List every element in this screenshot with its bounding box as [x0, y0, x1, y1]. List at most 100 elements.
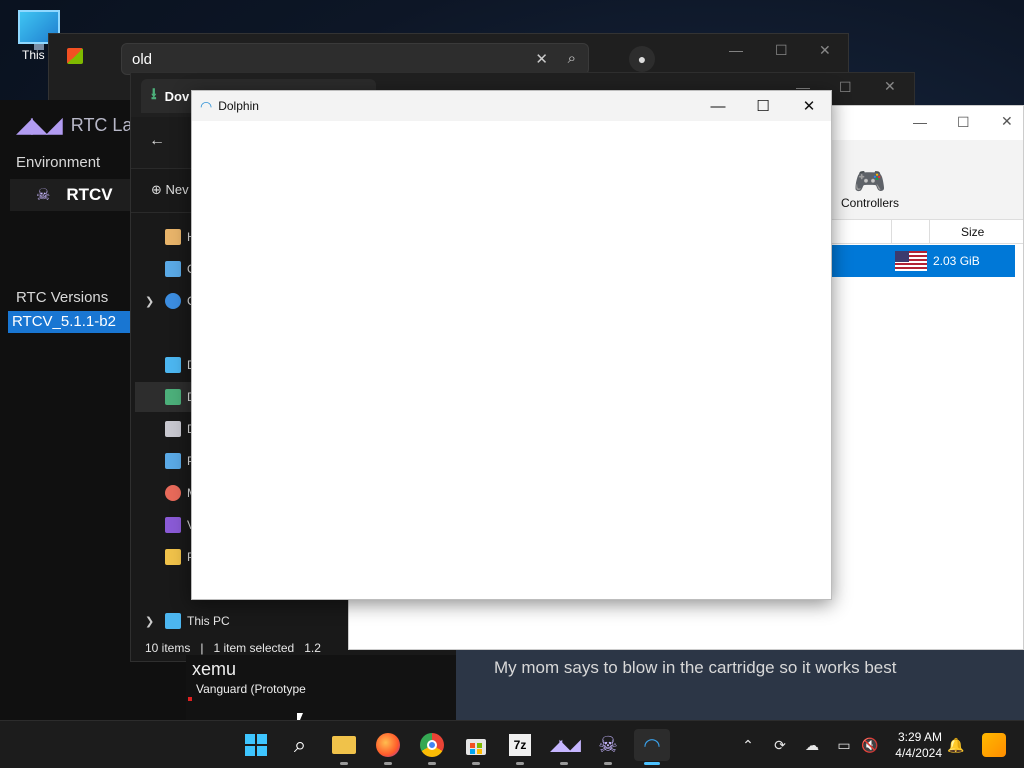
close-icon[interactable]: ✕	[884, 78, 896, 95]
running-indicator	[516, 762, 524, 765]
back-arrow-icon[interactable]: ←	[149, 132, 165, 150]
new-label: Nev	[165, 182, 189, 197]
environment-value: RTCV	[66, 185, 113, 204]
clock-time: 3:29 AM	[897, 730, 942, 744]
dolphin-icon: ◠	[200, 97, 213, 114]
rtcv-skull-icon: ☠	[36, 187, 51, 204]
7zip-icon: 7z	[509, 734, 531, 756]
chevron-right-icon[interactable]: ❯	[145, 295, 154, 308]
running-indicator	[560, 762, 568, 765]
videos-icon	[165, 517, 181, 533]
notification-bell-icon[interactable]: 🔔	[946, 735, 966, 755]
column-divider	[929, 220, 930, 244]
folder-icon	[332, 736, 356, 754]
taskbar-dolphin[interactable]: ◠	[634, 729, 670, 765]
us-flag-icon	[895, 251, 927, 271]
plus-icon: ⊕	[151, 182, 162, 197]
clear-icon[interactable]: ✕	[535, 50, 548, 68]
dolphin-icon: ◠	[643, 734, 661, 757]
maximize-icon[interactable]: ☐	[775, 42, 788, 59]
store-icon	[466, 739, 486, 755]
minimize-icon[interactable]: —	[913, 114, 927, 130]
clock-date: 4/4/2024	[895, 746, 942, 760]
system-clock[interactable]: 3:29 AM 4/4/2024	[884, 729, 942, 761]
music-icon	[165, 485, 181, 501]
rtc-logo-icon: ◢◣◢	[550, 737, 581, 754]
rtcv-skull-icon: ☠	[598, 732, 618, 757]
controllers-label: Controllers	[840, 196, 900, 210]
taskbar-firefox[interactable]	[372, 729, 404, 765]
gallery-icon	[165, 261, 181, 277]
firefox-icon	[376, 733, 400, 757]
size-column-header[interactable]: Size	[961, 225, 984, 239]
minimize-icon[interactable]: —	[729, 42, 743, 58]
taskbar-chrome[interactable]	[416, 729, 448, 765]
sidebar-label: This PC	[187, 614, 230, 628]
new-button[interactable]: ⊕ Nev	[151, 182, 189, 198]
search-icon[interactable]: ⌕	[284, 729, 316, 761]
status-dot	[188, 697, 192, 701]
close-icon[interactable]: ✕	[1001, 113, 1013, 130]
pictures-icon	[165, 453, 181, 469]
sync-icon[interactable]: ⟳	[770, 735, 790, 755]
windows-logo-icon	[245, 734, 267, 756]
chat-strip: My mom says to blow in the cartridge so …	[456, 650, 1024, 720]
dolphin-title: Dolphin	[218, 99, 259, 113]
xemu-panel: xemu Vanguard (Prototype	[186, 655, 456, 720]
onedrive-icon	[165, 293, 181, 309]
close-icon[interactable]: ✕	[786, 91, 832, 121]
dolphin-window: ◠ Dolphin — ☐ ✕	[191, 90, 832, 600]
taskbar-file-explorer[interactable]	[328, 729, 360, 765]
selected-count: 1 item selected	[213, 641, 295, 655]
store-icon	[67, 48, 83, 64]
xemu-subtitle: Vanguard (Prototype	[196, 682, 306, 696]
running-indicator	[340, 762, 348, 765]
tab-label: Dov	[164, 88, 190, 104]
taskbar-rtc-launcher[interactable]: ◢◣◢	[548, 729, 581, 765]
controllers-button[interactable]: 🎮 Controllers	[835, 166, 905, 210]
start-button[interactable]	[240, 729, 272, 761]
download-icon	[165, 389, 181, 405]
cloud-off-icon[interactable]: ☁	[802, 735, 822, 755]
network-icon[interactable]: ▭	[834, 735, 854, 755]
active-indicator	[644, 762, 660, 765]
status-separator: |	[200, 641, 204, 655]
selected-size: 1.2	[304, 641, 321, 655]
download-icon: ⭳	[151, 85, 157, 103]
folder-icon	[165, 549, 181, 565]
taskbar-store[interactable]	[460, 729, 492, 765]
chevron-up-icon[interactable]: ⌃	[738, 735, 758, 755]
game-size: 2.03 GiB	[933, 254, 980, 268]
gamepad-icon: 🎮	[853, 166, 887, 196]
account-icon[interactable]: ●	[629, 46, 655, 72]
search-icon[interactable]: ⌕	[568, 50, 576, 67]
environment-label: Environment	[16, 154, 101, 171]
running-indicator	[604, 762, 612, 765]
rtc-title: RTC La	[70, 114, 133, 135]
chat-message: My mom says to blow in the cartridge so …	[494, 658, 897, 677]
search-value: old	[132, 51, 153, 68]
chevron-right-icon[interactable]: ❯	[145, 615, 154, 628]
column-divider	[891, 220, 892, 244]
rtc-logo-icon: ◢◣◢	[16, 112, 63, 137]
version-item-selected[interactable]: RTCV_5.1.1-b2	[8, 311, 130, 333]
close-icon[interactable]: ✕	[819, 42, 831, 59]
taskbar-7zip[interactable]: 7z	[504, 729, 536, 765]
pc-icon	[165, 613, 181, 629]
store-search-input[interactable]: old ✕ ⌕	[121, 43, 589, 75]
desktop-icon	[165, 357, 181, 373]
documents-icon	[165, 421, 181, 437]
copilot-icon[interactable]	[982, 733, 1006, 757]
maximize-icon[interactable]: ☐	[957, 114, 970, 131]
minimize-icon[interactable]: —	[695, 91, 741, 121]
maximize-icon[interactable]: ☐	[839, 79, 852, 96]
taskbar-rtcv[interactable]: ☠	[592, 729, 624, 765]
rtc-header: ◢◣◢ RTC La	[16, 112, 132, 138]
xemu-name: xemu	[192, 659, 237, 679]
sidebar-item-this-pc[interactable]: ❯ This PC	[135, 606, 305, 636]
maximize-icon[interactable]: ☐	[740, 91, 786, 121]
dolphin-titlebar[interactable]: ◠ Dolphin — ☐ ✕	[192, 91, 831, 121]
running-indicator	[472, 762, 480, 765]
environment-selector[interactable]: ☠ RTCV	[10, 179, 132, 211]
volume-muted-icon[interactable]: 🔇	[860, 735, 880, 755]
